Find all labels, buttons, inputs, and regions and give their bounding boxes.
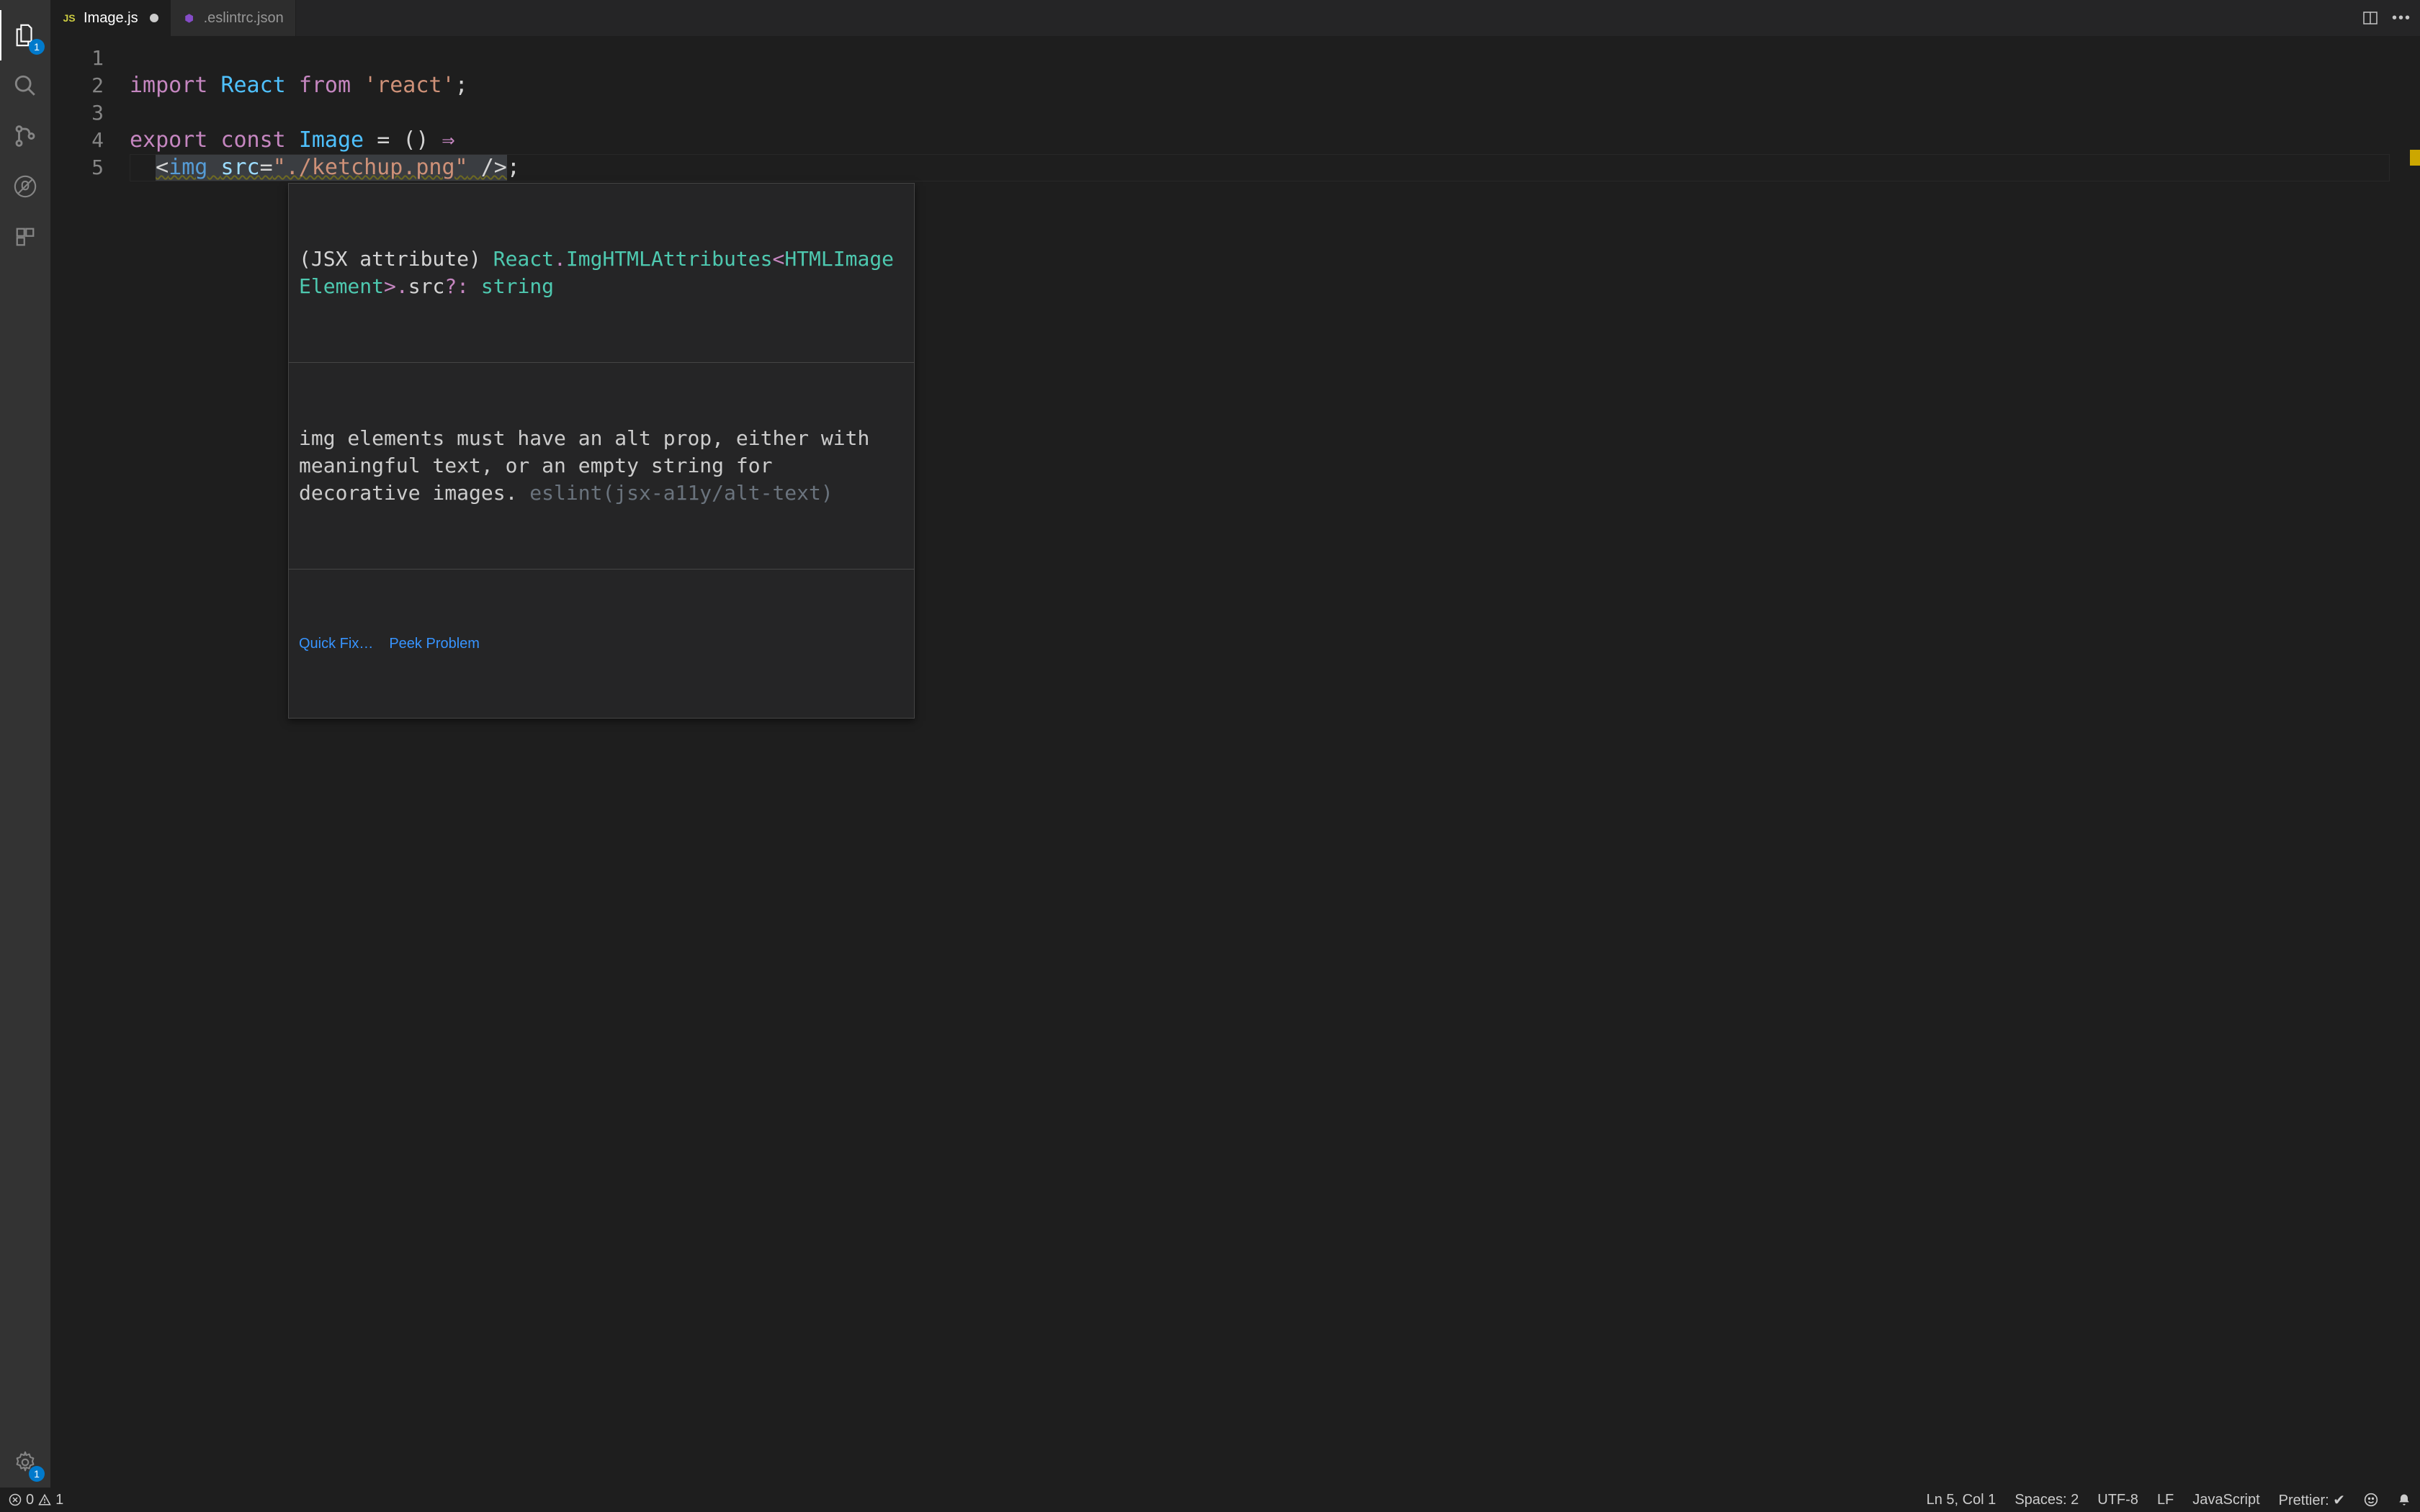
status-bar: 0 1 Ln 5, Col 1 Spaces: 2 UTF-8 LF JavaS… (0, 1488, 2420, 1512)
warning-icon (38, 1493, 51, 1506)
hover-widget: (JSX attribute) React.ImgHTMLAttributes<… (288, 183, 915, 719)
debug-disabled-icon (13, 174, 37, 199)
overview-ruler[interactable] (2407, 71, 2420, 1488)
bell-icon (2397, 1493, 2411, 1507)
line-gutter: 1 2 3 4 5 (50, 36, 130, 1488)
status-language[interactable]: JavaScript (2192, 1492, 2259, 1508)
source-control-icon (13, 124, 37, 148)
tab-image-js[interactable]: JS Image.js (50, 0, 171, 36)
settings-badge: 1 (29, 1466, 45, 1482)
status-problems[interactable]: 0 1 (9, 1492, 63, 1508)
split-editor-icon[interactable] (2362, 9, 2379, 27)
activity-explorer[interactable]: 1 (0, 10, 50, 60)
status-notifications[interactable] (2397, 1493, 2411, 1507)
smiley-icon (2364, 1493, 2378, 1507)
status-prettier[interactable]: Prettier: ✔ (2279, 1491, 2345, 1509)
tab-label: .eslintrc.json (204, 10, 284, 27)
line-number: 3 (50, 99, 104, 127)
activity-search[interactable] (0, 60, 50, 111)
line-number: 4 (50, 127, 104, 154)
activity-extensions[interactable] (0, 212, 50, 262)
hover-type-info: (JSX attribute) React.ImgHTMLAttributes<… (289, 238, 914, 307)
tab-eslintrc[interactable]: ⬢ .eslintrc.json (171, 0, 296, 36)
more-actions-icon[interactable]: ••• (2392, 10, 2411, 27)
status-eol[interactable]: LF (2157, 1492, 2174, 1508)
activity-scm[interactable] (0, 111, 50, 161)
status-encoding[interactable]: UTF-8 (2097, 1492, 2138, 1508)
quick-fix-link[interactable]: Quick Fix… (299, 630, 373, 657)
activity-bar: 1 1 (0, 0, 50, 1488)
tab-label: Image.js (84, 10, 138, 27)
status-cursor[interactable]: Ln 5, Col 1 (1927, 1492, 1996, 1508)
hover-message: img elements must have an alt prop, eith… (289, 418, 914, 514)
current-line-highlight (130, 154, 2390, 181)
activity-debug[interactable] (0, 161, 50, 212)
line-number: 5 (50, 154, 104, 181)
search-icon (13, 73, 37, 98)
activity-settings[interactable]: 1 (0, 1437, 50, 1488)
extensions-icon (14, 226, 36, 248)
warning-marker[interactable] (2410, 150, 2420, 166)
error-icon (9, 1493, 22, 1506)
tab-bar: JS Image.js ⬢ .eslintrc.json ••• (50, 0, 2420, 36)
json-file-icon: ⬢ (182, 11, 197, 25)
line-number: 2 (50, 72, 104, 99)
status-feedback[interactable] (2364, 1493, 2378, 1507)
code-editor[interactable]: import React from 'react'; export const … (130, 36, 2404, 1488)
js-file-icon: JS (62, 11, 76, 25)
dirty-indicator-icon (150, 14, 158, 22)
line-number: 1 (50, 45, 104, 72)
explorer-badge: 1 (29, 39, 45, 55)
peek-problem-link[interactable]: Peek Problem (389, 630, 480, 657)
status-indent[interactable]: Spaces: 2 (2015, 1492, 2079, 1508)
